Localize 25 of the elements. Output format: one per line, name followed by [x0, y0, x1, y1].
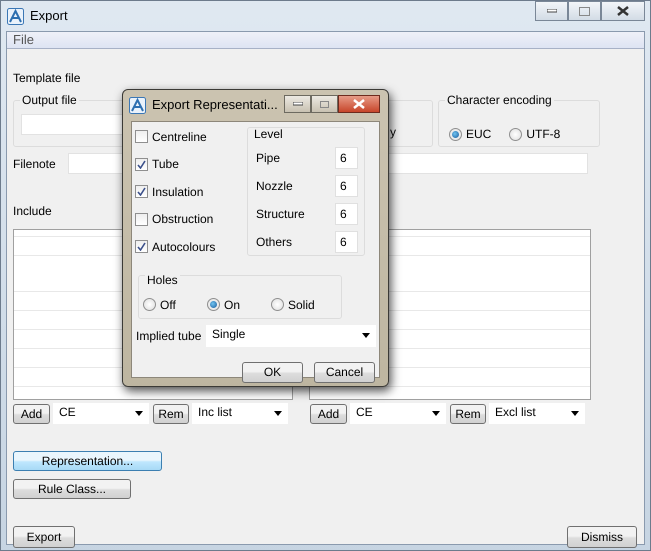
- checkbox-label: Centreline: [152, 128, 207, 146]
- checkbox-label: Autocolours: [152, 238, 216, 256]
- include-label: Include: [13, 204, 52, 218]
- checkbox-label: Tube: [152, 156, 179, 174]
- level-label: Pipe: [256, 150, 280, 167]
- template-file-label: Template file: [13, 71, 82, 85]
- group-label: Character encoding: [445, 93, 554, 107]
- radio-label: Solid: [288, 296, 315, 314]
- window-title: Export: [30, 7, 68, 26]
- radio-label: Off: [160, 296, 176, 314]
- checkbox-label: Insulation: [152, 184, 204, 201]
- radio-label: EUC: [466, 126, 492, 143]
- radio-label: On: [224, 296, 240, 314]
- level-label: Nozzle: [256, 178, 293, 195]
- group-label: Level: [253, 127, 284, 141]
- group-label: Holes: [145, 272, 180, 286]
- level-label: Structure: [256, 206, 305, 223]
- group-label: y: [390, 124, 396, 141]
- filenote-label: Filenote: [13, 156, 57, 172]
- level-label: Others: [256, 234, 292, 251]
- radio-label: UTF-8: [526, 126, 560, 143]
- dialog-title: Export Representati...: [152, 96, 278, 114]
- group-label: Output file: [20, 93, 79, 107]
- implied-tube-label: Implied tube: [136, 328, 202, 344]
- checkbox-label: Obstruction: [152, 211, 214, 228]
